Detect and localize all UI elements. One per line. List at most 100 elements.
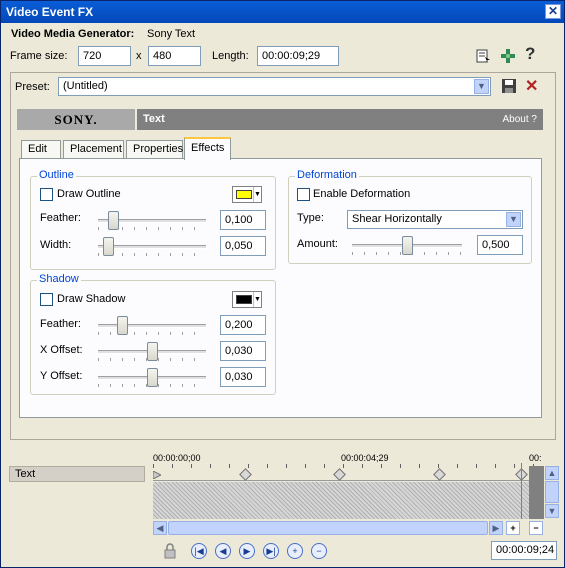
preset-value: (Untitled) [63,80,108,92]
next-keyframe-icon[interactable]: ▶ [239,543,255,559]
tab-edit[interactable]: Edit [21,140,61,159]
effects-tab-page: Outline Draw Outline ▼ Feather: 0,100 Wi… [19,158,542,418]
keyframe-marker[interactable] [433,468,446,481]
scroll-left-icon[interactable]: ◀ [153,521,167,535]
prev-keyframe-icon[interactable]: ◀ [215,543,231,559]
outline-color-picker[interactable]: ▼ [232,186,262,203]
keyframe-marker[interactable] [239,468,252,481]
draw-shadow-checkbox[interactable] [40,293,53,306]
playhead-cursor[interactable] [521,463,522,519]
deformation-type-dropdown[interactable]: Shear Horizontally ▼ [347,210,523,229]
deformation-group: Deformation Enable Deformation Type: She… [288,169,532,264]
chevron-down-icon: ▼ [253,292,261,307]
outline-title: Outline [37,169,76,181]
horizontal-scrollbar-thumb[interactable] [168,521,488,535]
cursor-time-field[interactable]: 00:00:09;24 [491,541,557,560]
length-field[interactable]: 00:00:09;29 [257,46,339,66]
deformation-amount-field[interactable]: 0,500 [477,235,523,255]
ruler-time-mid: 00:00:04;29 [341,453,389,463]
chevron-down-icon[interactable]: ▼ [474,79,489,94]
sony-logo: SONY. [17,109,137,130]
outline-width-track[interactable] [98,245,206,249]
shadow-yoffset-slider[interactable] [147,368,158,387]
shadow-feather-ticks [98,332,206,335]
outline-feather-slider[interactable] [107,211,119,230]
generator-value: Sony Text [147,28,196,40]
plugin-banner: SONY. Text About ? [17,109,543,130]
outline-width-label: Width: [40,239,72,251]
chevron-down-icon: ▼ [253,187,261,202]
shadow-xoffset-label: X Offset: [40,344,83,356]
frame-width-field[interactable]: 720 [78,46,131,66]
length-label: Length: [212,50,249,62]
deformation-amount-slider[interactable] [401,236,413,255]
keyframe-track-area[interactable] [153,482,544,519]
timeline-ruler[interactable]: 00:00:00;00 00:00:04;29 00: [152,451,544,481]
shadow-title: Shadow [37,273,81,285]
outline-width-field[interactable]: 0,050 [220,236,266,256]
split-icon[interactable] [500,48,516,64]
window-title: Video Event FX [6,5,94,19]
shadow-feather-track[interactable] [98,324,206,328]
preset-dropdown[interactable]: (Untitled) ▼ [58,77,491,96]
title-bar: Video Event FX ✕ [1,1,564,23]
shadow-xoffset-field[interactable]: 0,030 [220,341,266,361]
enable-deformation-checkbox[interactable] [297,188,310,201]
add-keyframe-icon[interactable]: + [287,543,303,559]
tab-effects[interactable]: Effects [184,137,231,160]
zoom-out-icon[interactable]: − [529,521,543,535]
keyframe-marker[interactable] [333,468,346,481]
close-icon[interactable]: ✕ [545,4,561,19]
outline-width-ticks [98,253,206,256]
outline-group: Outline Draw Outline ▼ Feather: 0,100 Wi… [30,169,276,270]
scroll-right-icon[interactable]: ▶ [489,521,503,535]
plugin-title: Text [143,113,165,125]
shadow-color-swatch [236,295,252,304]
ruler-time-end: 00: [529,453,542,463]
preset-label: Preset: [15,81,50,93]
size-separator: x [136,50,142,62]
outline-feather-label: Feather: [40,212,81,224]
save-icon[interactable] [501,78,517,94]
video-event-fx-window: Video Event FX ✕ Video Media Generator: … [0,0,565,568]
timeline-end-region [529,466,544,519]
scroll-up-icon[interactable]: ▲ [545,466,559,480]
shadow-color-picker[interactable]: ▼ [232,291,262,308]
shadow-group: Shadow Draw Shadow ▼ Feather: 0,200 X Of… [30,273,276,395]
deformation-amount-label: Amount: [297,238,338,250]
shadow-xoffset-slider[interactable] [147,342,158,361]
frame-height-field[interactable]: 480 [148,46,201,66]
enable-deformation-label: Enable Deformation [313,188,411,200]
shadow-feather-label: Feather: [40,318,81,330]
about-link[interactable]: About ? [503,109,537,130]
outline-width-slider[interactable] [102,237,114,256]
vertical-scrollbar-thumb[interactable] [545,481,559,503]
scroll-down-icon[interactable]: ▼ [545,504,559,518]
chevron-down-icon[interactable]: ▼ [506,212,521,227]
deformation-type-value: Shear Horizontally [352,213,442,225]
draw-outline-checkbox[interactable] [40,188,53,201]
deformation-type-label: Type: [297,212,324,224]
first-keyframe-icon[interactable]: |◀ [191,543,207,559]
properties-icon[interactable] [475,48,491,64]
shadow-feather-field[interactable]: 0,200 [220,315,266,335]
remove-keyframe-icon[interactable]: − [311,543,327,559]
track-list-item-text[interactable]: Text [9,466,145,482]
keyframe-marker[interactable] [152,470,163,480]
outline-feather-field[interactable]: 0,100 [220,210,266,230]
outline-color-swatch [236,190,252,199]
draw-shadow-label: Draw Shadow [57,293,126,305]
last-keyframe-icon[interactable]: ▶| [263,543,279,559]
tab-properties[interactable]: Properties [126,140,183,159]
zoom-in-icon[interactable]: + [506,521,520,535]
delete-icon[interactable]: ✕ [525,76,538,96]
ruler-time-start: 00:00:00;00 [153,453,201,463]
lock-icon[interactable] [162,543,178,559]
frame-size-label: Frame size: [10,50,68,62]
tab-placement[interactable]: Placement [63,140,124,159]
help-icon[interactable]: ? [525,44,535,64]
shadow-yoffset-field[interactable]: 0,030 [220,367,266,387]
ruler-ticks [153,464,544,468]
draw-outline-label: Draw Outline [57,188,121,200]
shadow-feather-slider[interactable] [117,316,129,335]
